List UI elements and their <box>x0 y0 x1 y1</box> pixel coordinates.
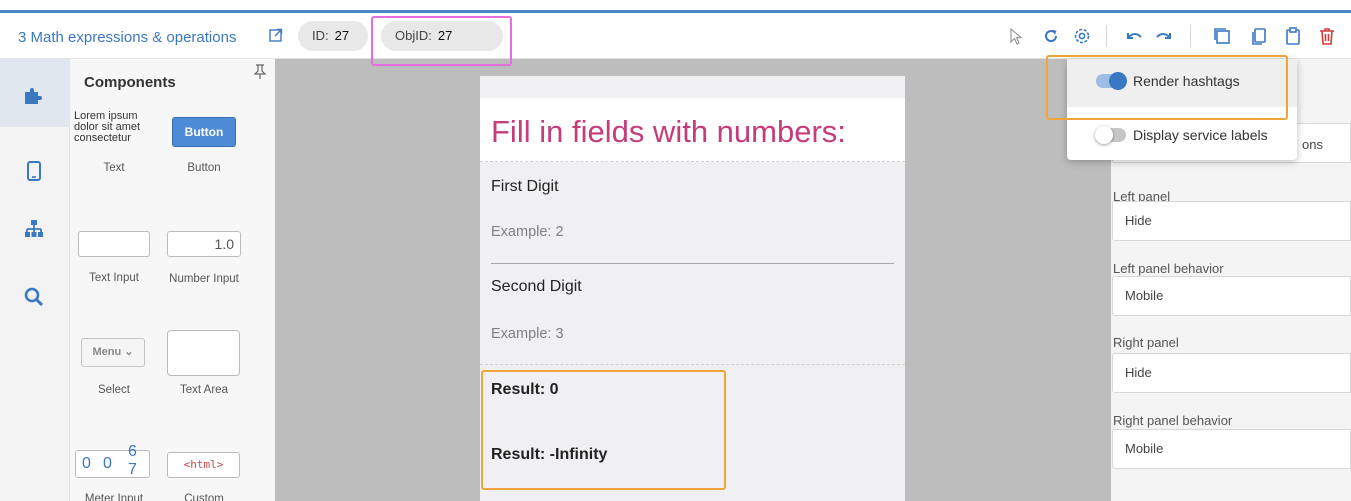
id-label: ID: <box>312 28 329 43</box>
toolbar-separator <box>1106 25 1107 47</box>
text-input-component-sample[interactable] <box>78 231 150 257</box>
open-external-icon[interactable] <box>269 28 283 42</box>
right-panel-select[interactable]: Hide <box>1112 353 1351 393</box>
objid-highlight-annotation <box>371 16 512 66</box>
first-digit-label: First Digit <box>491 178 559 195</box>
select-component-sample[interactable]: Menu ⌄ <box>81 338 145 367</box>
results-highlight-annotation <box>481 370 726 490</box>
meter-digit: 0 <box>82 455 91 472</box>
button-component-label: Button <box>187 162 221 174</box>
meter-digit: 7 <box>128 461 137 478</box>
right-panel-behavior-select[interactable]: Mobile <box>1112 429 1351 469</box>
right-panel-label: Right panel <box>1113 335 1179 350</box>
number-input-component-label: Number Input <box>169 273 239 285</box>
chevron-down-icon: ⌄ <box>124 346 134 358</box>
hierarchy-icon[interactable] <box>22 217 46 241</box>
redo-icon[interactable] <box>1154 26 1174 46</box>
components-puzzle-icon[interactable] <box>22 83 46 107</box>
meter-input-component-sample[interactable]: 0 0 6 7 <box>75 443 150 478</box>
page-heading: Fill in fields with numbers: <box>491 114 846 149</box>
left-panel-behavior-label: Left panel behavior <box>1113 261 1224 276</box>
section-divider <box>480 364 905 365</box>
toolbar-separator <box>1190 25 1191 47</box>
undo-icon[interactable] <box>1124 26 1144 46</box>
meter-input-component-label: Meter Input <box>84 493 144 501</box>
duplicate-icon[interactable] <box>1212 26 1232 46</box>
top-margin <box>0 0 1351 10</box>
delete-icon[interactable] <box>1317 26 1337 46</box>
components-panel: Components Lorem ipsum dolor sit amet co… <box>70 59 275 501</box>
left-panel-select[interactable]: Hide <box>1112 201 1351 241</box>
toggle-knob <box>1095 126 1113 144</box>
second-digit-label: Second Digit <box>491 278 582 295</box>
obscured-field-text: ons <box>1302 137 1323 152</box>
settings-gear-icon[interactable] <box>1072 26 1092 46</box>
device-mobile-icon[interactable] <box>22 159 46 183</box>
second-digit-input[interactable]: Example: 3 <box>491 326 564 342</box>
components-title: Components <box>84 74 176 91</box>
meter-digit: 6 <box>128 443 137 460</box>
phone-status-area <box>480 76 905 98</box>
text-input-component-label: Text Input <box>89 272 139 284</box>
display-service-labels-label: Display service labels <box>1133 127 1268 143</box>
select-sample-text: Menu <box>92 346 122 358</box>
display-service-labels-toggle[interactable] <box>1095 126 1126 144</box>
text-area-component-label: Text Area <box>180 384 228 396</box>
custom-component-label: Custom <box>184 493 224 501</box>
right-panel-behavior-label: Right panel behavior <box>1113 413 1233 428</box>
left-nav-rail <box>0 59 70 501</box>
first-digit-input[interactable]: Example: 2 <box>491 224 564 240</box>
button-component-sample[interactable]: Button <box>172 117 236 147</box>
text-component-sample[interactable]: Lorem ipsum dolor sit amet consectetur <box>74 111 154 144</box>
id-value: 27 <box>334 28 350 43</box>
text-component-label: Text <box>103 162 125 174</box>
meter-digit: 0 <box>103 455 112 472</box>
select-component-label: Select <box>98 384 130 396</box>
refresh-icon[interactable] <box>1041 26 1061 46</box>
left-panel-behavior-select[interactable]: Mobile <box>1112 276 1351 316</box>
render-hashtags-highlight-annotation <box>1046 55 1288 120</box>
copy-icon[interactable] <box>1249 26 1269 46</box>
paste-icon[interactable] <box>1283 26 1303 46</box>
custom-component-sample[interactable]: <html> <box>167 452 240 478</box>
id-pill: ID: 27 <box>298 21 368 51</box>
search-icon[interactable] <box>22 285 46 309</box>
text-area-component-sample[interactable] <box>167 330 240 376</box>
field-divider <box>491 263 894 264</box>
pin-icon[interactable] <box>253 64 267 80</box>
number-input-component-sample[interactable]: 1.0 <box>167 231 241 257</box>
pointer-icon[interactable] <box>1006 26 1026 46</box>
project-title-link[interactable]: 3 Math expressions & operations <box>18 29 236 46</box>
heading-block[interactable]: Fill in fields with numbers: <box>480 98 905 162</box>
top-toolbar: 3 Math expressions & operations ID: 27 Ob… <box>0 13 1351 59</box>
